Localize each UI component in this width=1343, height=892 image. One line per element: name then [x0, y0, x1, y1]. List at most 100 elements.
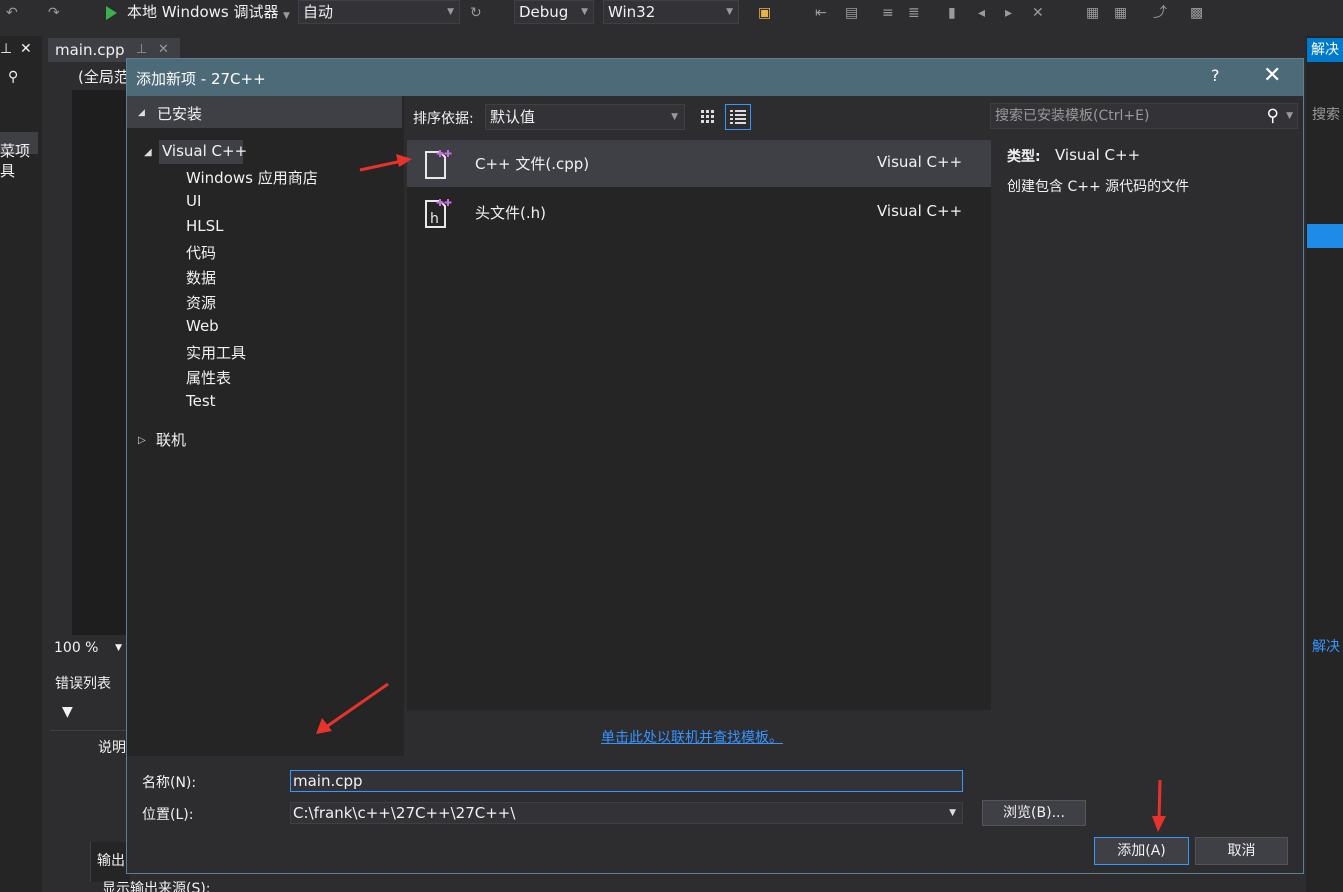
- solution-explorer-link[interactable]: 解决: [1312, 636, 1340, 656]
- solution-explorer-panel: [1306, 36, 1343, 892]
- chevron-down-icon[interactable]: ▼: [283, 7, 290, 25]
- chevron-down-icon[interactable]: ▼: [1286, 104, 1293, 128]
- tree-node-code[interactable]: 代码: [186, 242, 216, 263]
- close-button[interactable]: ✕: [1263, 63, 1281, 88]
- output-title[interactable]: 输出: [97, 850, 125, 870]
- debugger-label[interactable]: 本地 Windows 调试器: [127, 2, 279, 22]
- bookmark-icon[interactable]: ▮: [948, 4, 956, 22]
- indent-icon[interactable]: ≡: [882, 4, 894, 22]
- template-language: Visual C++: [877, 153, 963, 171]
- tree-node-property-sheets[interactable]: 属性表: [186, 367, 231, 388]
- tree-node-web[interactable]: Web: [186, 317, 219, 335]
- tree-node-data[interactable]: 数据: [186, 267, 216, 288]
- cancel-button[interactable]: 取消: [1195, 837, 1288, 865]
- svg-text:h: h: [430, 211, 439, 227]
- tree-node-test[interactable]: Test: [186, 392, 216, 410]
- search-icon[interactable]: ⚲: [1267, 104, 1279, 128]
- tree-node-online[interactable]: 联机: [156, 429, 186, 450]
- debug-config-value: Debug: [519, 3, 569, 21]
- comment-icon[interactable]: ≣: [908, 4, 920, 22]
- name-value: main.cpp: [293, 772, 363, 790]
- cpp-file-icon: [425, 150, 452, 179]
- chevron-down-icon: ▼: [115, 643, 122, 653]
- chevron-down-icon: ▼: [671, 112, 678, 122]
- chevron-down-icon: ▼: [581, 7, 588, 17]
- chevron-down-icon: ▼: [726, 7, 733, 17]
- template-item-header[interactable]: h 头文件(.h) Visual C++: [407, 189, 991, 236]
- zoom-select[interactable]: 100 % ▼: [52, 638, 126, 658]
- find-in-files-icon[interactable]: ▣: [758, 4, 771, 22]
- add-button[interactable]: 添加(A): [1094, 837, 1189, 865]
- tree-node-hlsl[interactable]: HLSL: [186, 217, 224, 235]
- attach-icon[interactable]: ⤴: [1153, 4, 1167, 22]
- installed-label: 已安装: [157, 105, 203, 123]
- tree-node-resources[interactable]: 资源: [186, 292, 216, 313]
- next-bookmark-icon[interactable]: ▸: [1005, 4, 1012, 22]
- refresh-icon[interactable]: ↻: [470, 4, 482, 22]
- ide-toolbar: ↶ ↷ 本地 Windows 调试器 ▼ 自动 ▼ ↻ Debug ▼ Win32 ▼…: [0, 0, 1343, 26]
- pin-icon[interactable]: ⊥: [0, 40, 12, 58]
- zoom-value: 100 %: [54, 640, 99, 656]
- sort-select[interactable]: 默认值 ▼: [485, 104, 685, 130]
- template-language: Visual C++: [877, 202, 963, 220]
- type-label: 类型:: [1007, 149, 1041, 165]
- chevron-down-icon[interactable]: ▼: [949, 803, 956, 823]
- template-description: 创建包含 C++ 源代码的文件: [1007, 179, 1190, 195]
- solution-search[interactable]: 搜索: [1312, 104, 1340, 124]
- online-templates-link[interactable]: 单击此处以联机并查找模板。: [601, 727, 783, 747]
- navigate-icon[interactable]: ⇤: [815, 4, 827, 22]
- toolbox-icon[interactable]: ▦: [1086, 4, 1099, 22]
- location-label: 位置(L):: [142, 807, 194, 823]
- browse-button[interactable]: 浏览(B)...: [982, 800, 1086, 826]
- template-name: C++ 文件(.cpp): [475, 155, 590, 173]
- name-input[interactable]: main.cpp: [290, 770, 963, 792]
- expanded-arrow-icon: ◢: [138, 108, 145, 118]
- installed-header[interactable]: ◢ 已安装: [127, 96, 402, 128]
- show-output-from-label: 显示输出来源(S):: [102, 881, 211, 892]
- platform-select[interactable]: Win32 ▼: [603, 0, 739, 24]
- add-new-item-dialog: 添加新项 - 27C++ ? ✕ ◢ 已安装 ◢ Visual C++ Wind…: [126, 58, 1304, 874]
- close-icon[interactable]: ✕: [20, 40, 32, 58]
- solution-config-select[interactable]: 自动 ▼: [298, 0, 460, 24]
- scope-dropdown[interactable]: (全局范: [78, 66, 129, 87]
- template-item-cpp[interactable]: C++ 文件(.cpp) Visual C++: [407, 140, 991, 187]
- grid-icon[interactable]: ▩: [1190, 4, 1203, 22]
- platform-value: Win32: [608, 3, 656, 21]
- clear-bookmark-icon[interactable]: ✕: [1032, 4, 1044, 22]
- template-name: 头文件(.h): [475, 204, 546, 222]
- tree-node-windows-store[interactable]: Windows 应用商店: [186, 167, 318, 188]
- help-button[interactable]: ?: [1211, 66, 1220, 85]
- selected-solution-item[interactable]: [1307, 224, 1343, 248]
- tree-node-ui[interactable]: UI: [186, 192, 201, 210]
- location-input[interactable]: C:\frank\c++\27C++\27C++\ ▼: [290, 802, 963, 824]
- tree-node-visual-cpp[interactable]: Visual C++: [162, 142, 247, 160]
- config-auto-value: 自动: [303, 3, 334, 21]
- left-panel-text: 菜项: [0, 142, 31, 160]
- left-panel-text: 具: [0, 162, 16, 180]
- tree-node-utility[interactable]: 实用工具: [186, 342, 246, 363]
- dialog-form: 名称(N): main.cpp 位置(L): C:\frank\c++\27C+…: [127, 756, 1303, 873]
- template-search-input[interactable]: 搜索已安装模板(Ctrl+E) ⚲ ▼: [990, 103, 1298, 129]
- code-editor[interactable]: [72, 90, 132, 635]
- filter-icon[interactable]: ▼: [62, 703, 73, 721]
- start-debug-icon[interactable]: [106, 6, 117, 20]
- toolbox2-icon[interactable]: ▦: [1114, 4, 1127, 22]
- dialog-title-bar: 添加新项 - 27C++ ? ✕: [127, 59, 1303, 96]
- grid-view-icon[interactable]: [695, 104, 721, 130]
- step-icon[interactable]: ▤: [845, 4, 858, 22]
- template-toolbar: 排序依据: 默认值 ▼ 搜索已安装模板(Ctrl+E) ⚲ ▼: [407, 96, 1303, 140]
- undo-icon[interactable]: ↶: [6, 4, 18, 22]
- prev-bookmark-icon[interactable]: ◂: [978, 4, 985, 22]
- desc-column-header[interactable]: 说明: [98, 737, 126, 757]
- expanded-arrow-icon[interactable]: ◢: [144, 147, 152, 158]
- redo-icon[interactable]: ↷: [48, 4, 60, 22]
- search-icon[interactable]: ⚲: [8, 68, 18, 86]
- error-list-header: 说明: [50, 730, 130, 760]
- list-view-icon[interactable]: [725, 104, 751, 130]
- output-panel: 输出: [90, 842, 130, 882]
- location-value: C:\frank\c++\27C++\27C++\: [293, 804, 516, 822]
- solution-explorer-tab[interactable]: 解决: [1307, 38, 1343, 62]
- collapsed-arrow-icon[interactable]: ▷: [138, 435, 146, 446]
- error-list-title[interactable]: 错误列表: [55, 673, 111, 693]
- debug-config-select[interactable]: Debug ▼: [514, 0, 594, 24]
